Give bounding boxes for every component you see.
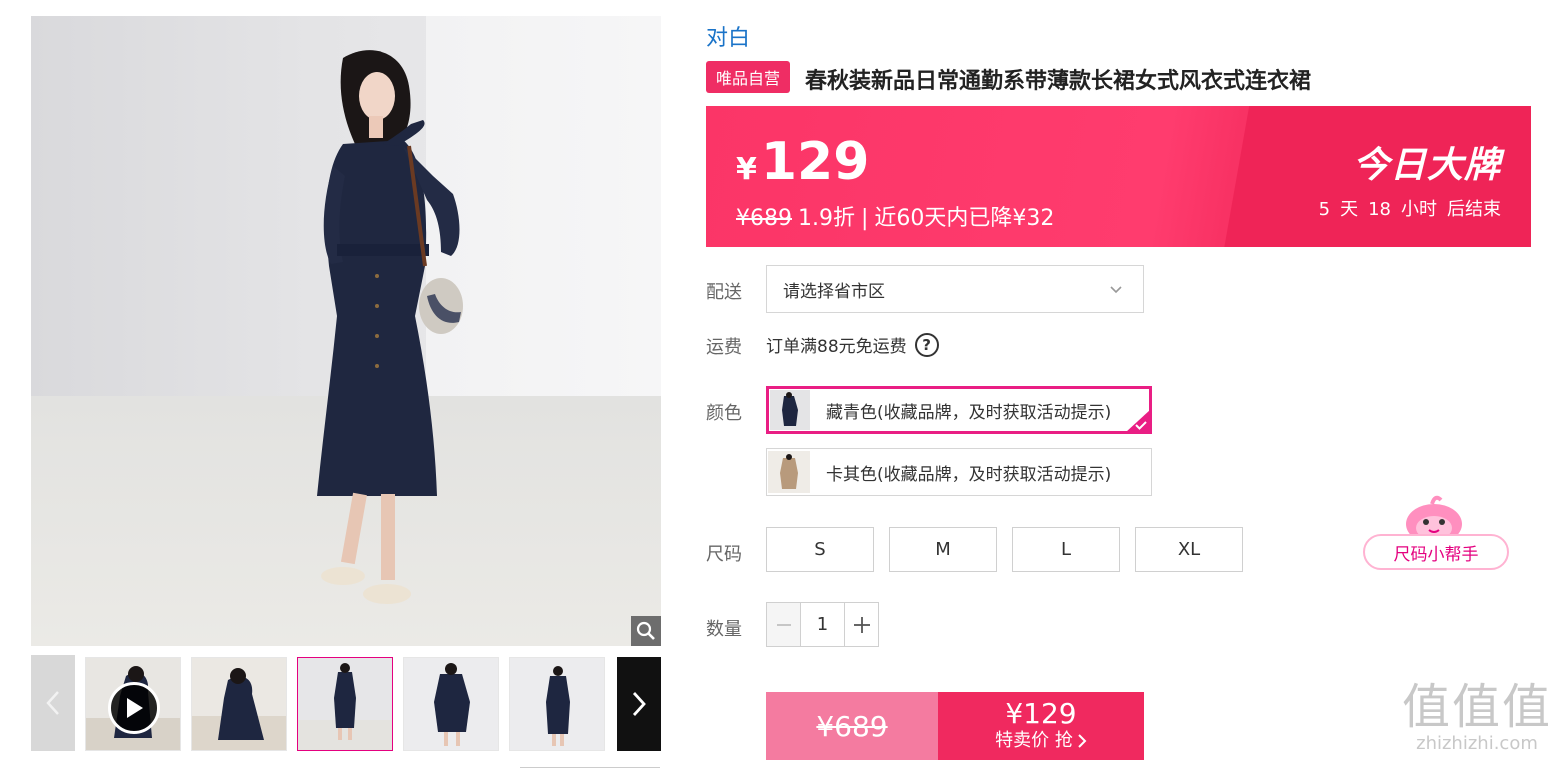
divider (520, 767, 660, 768)
thumbnail-item[interactable] (509, 657, 605, 751)
watermark-url: zhizhizhi.com (1416, 733, 1538, 754)
quantity-decrease-button[interactable] (767, 603, 800, 646)
shipping-label: 运费 (706, 337, 742, 358)
check-icon (1135, 421, 1147, 430)
price-separator: | (861, 206, 869, 231)
color-option-navy[interactable]: 藏青色(收藏品牌，及时获取活动提示) (766, 386, 1152, 434)
self-operated-badge: 唯品自营 (706, 61, 790, 93)
thumbnail-next-button[interactable] (617, 657, 661, 751)
size-option-xl[interactable]: XL (1135, 527, 1243, 572)
thumbnail-video[interactable] (85, 657, 181, 751)
buy-price: ¥129 (1005, 697, 1077, 730)
color-option-label: 藏青色(收藏品牌，及时获取活动提示) (826, 402, 1112, 423)
plus-icon (853, 616, 870, 633)
price-details: ¥689 1.9折 | 近60天内已降¥32 (736, 200, 1054, 232)
color-swatch-khaki (768, 451, 810, 493)
size-label: 尺码 (706, 544, 742, 565)
size-helper-button[interactable]: 尺码小帮手 (1363, 534, 1509, 570)
buy-label: 特卖价 抢 (995, 730, 1073, 751)
region-select[interactable]: 请选择省市区 (766, 265, 1144, 313)
color-label: 颜色 (706, 403, 742, 424)
region-select-value: 请选择省市区 (783, 281, 885, 302)
quantity-increase-button[interactable] (845, 603, 878, 646)
price-value: 129 (760, 132, 870, 192)
magnifier-icon (636, 621, 655, 640)
model-figure (317, 50, 463, 604)
countdown-days: 5 (1318, 199, 1331, 220)
play-button[interactable] (108, 682, 160, 734)
buy-now-button[interactable]: ¥129 特卖价 抢 (938, 692, 1144, 760)
countdown: 5 天 18 小时 后结束 (1319, 195, 1501, 221)
thumbnail-prev-button[interactable] (31, 655, 75, 751)
quantity-value[interactable]: 1 (800, 603, 845, 646)
zoom-button[interactable] (631, 616, 661, 646)
countdown-hours: 18 (1368, 199, 1391, 220)
thumbnail-item-active[interactable] (297, 657, 393, 751)
size-option-m[interactable]: M (889, 527, 997, 572)
product-title: 春秋装新品日常通勤系带薄款长裙女式风衣式连衣裙 (805, 69, 1312, 94)
countdown-days-unit: 天 (1340, 199, 1359, 220)
countdown-suffix: 后结束 (1447, 199, 1501, 220)
price-drop-note: 近60天内已降¥32 (874, 206, 1055, 231)
shipping-info: 订单满88元免运费 ? (766, 332, 939, 357)
help-icon[interactable]: ? (914, 332, 939, 357)
original-price: ¥689 (736, 206, 792, 231)
current-price: ¥ 129 (736, 132, 869, 192)
main-product-photo[interactable] (31, 16, 661, 646)
price-banner: ¥ 129 ¥689 1.9折 | 近60天内已降¥32 今日大牌 5 天 18… (706, 106, 1531, 247)
discount-rate: 1.9折 (798, 206, 855, 231)
thumbnail-strip (31, 655, 661, 751)
chevron-left-icon (46, 691, 59, 715)
thumbnail-item[interactable] (191, 657, 287, 751)
color-option-label: 卡其色(收藏品牌，及时获取活动提示) (826, 464, 1112, 485)
chevron-right-icon (1078, 734, 1087, 748)
size-option-s[interactable]: S (766, 527, 874, 572)
color-swatch-navy (770, 390, 810, 430)
thumbnail-image (404, 658, 498, 750)
thumbnail-image (510, 658, 604, 750)
quantity-label: 数量 (706, 619, 742, 640)
brand-link[interactable]: 对白 (706, 20, 750, 52)
play-icon (127, 698, 143, 718)
chevron-down-icon (1110, 286, 1122, 294)
swatch-image (768, 451, 810, 493)
thumbnail-item[interactable] (403, 657, 499, 751)
color-option-khaki[interactable]: 卡其色(收藏品牌，及时获取活动提示) (766, 448, 1152, 496)
buy-label-row: 特卖价 抢 (995, 729, 1087, 753)
deal-logo: 今日大牌 (1352, 145, 1501, 186)
currency-symbol: ¥ (736, 152, 757, 187)
watermark: 值值值 zhizhizhi.com (1402, 680, 1552, 754)
size-helper[interactable]: 尺码小帮手 (1363, 492, 1509, 574)
buy-bar: ¥689 ¥129 特卖价 抢 (766, 692, 1144, 760)
chevron-right-icon (632, 692, 646, 716)
thumbnail-image (192, 658, 286, 750)
thumbnail-image (298, 658, 392, 750)
buy-original-price: ¥689 (766, 692, 938, 760)
countdown-hours-unit: 小时 (1401, 199, 1437, 220)
watermark-logo: 值值值 (1402, 679, 1553, 735)
size-option-l[interactable]: L (1012, 527, 1120, 572)
quantity-stepper: 1 (766, 602, 879, 647)
minus-icon (776, 623, 791, 626)
shipping-text: 订单满88元免运费 (766, 337, 907, 357)
delivery-label: 配送 (706, 282, 742, 303)
swatch-image (770, 390, 810, 430)
